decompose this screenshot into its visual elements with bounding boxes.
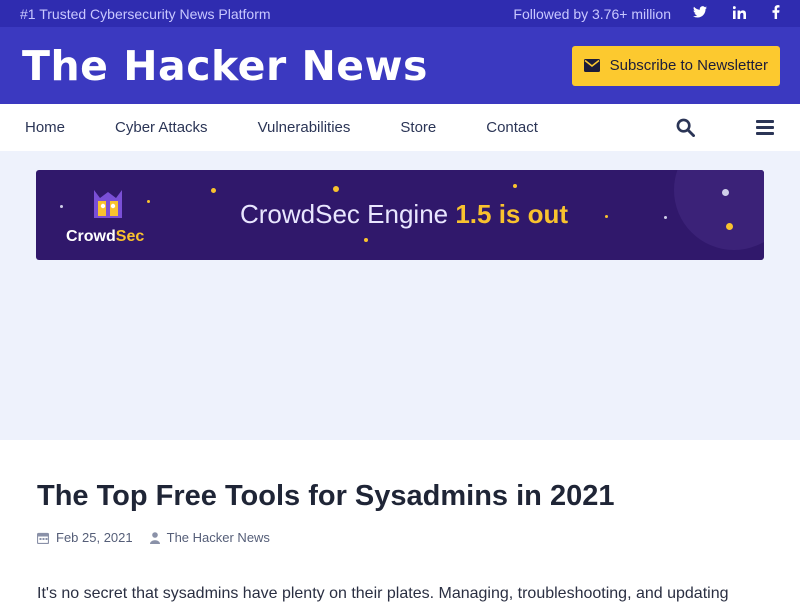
ad-headline: CrowdSec Engine 1.5 is out (240, 199, 569, 229)
article: The Top Free Tools for Sysadmins in 2021… (0, 440, 800, 602)
followers-count: Followed by 3.76+ million (513, 5, 671, 22)
decor-dot (333, 186, 339, 192)
decor-dot (664, 216, 667, 219)
nav-item-home[interactable]: Home (25, 119, 65, 136)
calendar-icon (37, 532, 49, 544)
main-nav: Home Cyber Attacks Vulnerabilities Store… (0, 104, 800, 156)
ad-zone: CrowdSec CrowdSec Engine 1.5 is out (0, 151, 800, 440)
menu-icon[interactable] (755, 118, 775, 138)
linkedin-icon[interactable] (732, 5, 746, 22)
article-meta: Feb 25, 2021 The Hacker News (37, 530, 270, 545)
facebook-icon[interactable] (772, 5, 780, 22)
nav-item-contact[interactable]: Contact (486, 119, 538, 136)
site-logo[interactable]: The Hacker News (22, 42, 428, 90)
tagline: #1 Trusted Cybersecurity News Platform (20, 5, 271, 22)
user-icon (149, 531, 160, 544)
subscribe-button[interactable]: Subscribe to Newsletter (571, 45, 780, 86)
article-title[interactable]: The Top Free Tools for Sysadmins in 2021 (37, 480, 614, 513)
nav-item-vulnerabilities[interactable]: Vulnerabilities (258, 119, 351, 136)
social-links (693, 5, 780, 22)
article-author[interactable]: The Hacker News (167, 530, 270, 545)
article-excerpt: It's no secret that sysadmins have plent… (37, 585, 729, 602)
decor-dot (60, 205, 63, 208)
decor-dot (147, 200, 150, 203)
decor-dot (722, 189, 729, 196)
decor-dot (364, 238, 368, 242)
banner-glow (674, 170, 764, 250)
decor-dot (726, 223, 733, 230)
top-bar: #1 Trusted Cybersecurity News Platform F… (0, 0, 800, 27)
envelope-icon (583, 59, 600, 72)
ad-banner[interactable]: CrowdSec CrowdSec Engine 1.5 is out (36, 170, 764, 260)
search-icon[interactable] (675, 118, 695, 138)
decor-dot (211, 188, 216, 193)
nav-item-cyber-attacks[interactable]: Cyber Attacks (115, 119, 208, 136)
decor-dot (605, 215, 608, 218)
decor-dot (513, 184, 517, 188)
nav-item-store[interactable]: Store (400, 119, 436, 136)
article-date: Feb 25, 2021 (56, 530, 133, 545)
site-header: The Hacker News Subscribe to Newsletter (0, 27, 800, 104)
subscribe-label: Subscribe to Newsletter (609, 57, 768, 74)
ad-brand: CrowdSec (66, 228, 145, 245)
twitter-icon[interactable] (693, 6, 707, 21)
crowdsec-mascot-icon (94, 190, 122, 218)
